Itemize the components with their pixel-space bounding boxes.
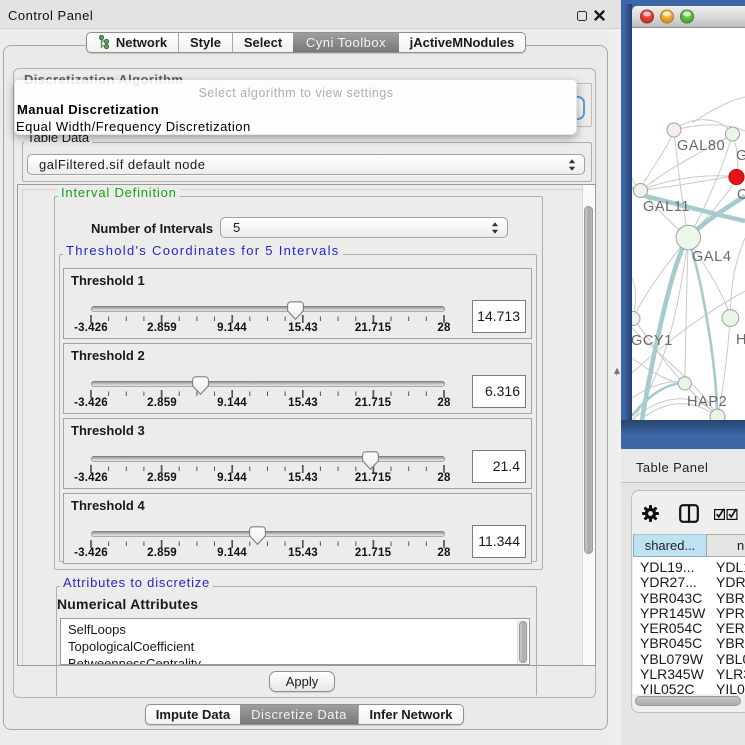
svg-text:GAL4: GAL4 — [692, 249, 731, 265]
svg-text:GAL11: GAL11 — [643, 199, 690, 215]
svg-text:GAL80: GAL80 — [677, 138, 725, 154]
svg-text:C: C — [737, 187, 745, 203]
svg-text:H: H — [736, 332, 745, 348]
svg-text:G: G — [736, 148, 745, 164]
svg-text:GCY1: GCY1 — [632, 333, 673, 349]
svg-text:HAP2: HAP2 — [687, 394, 727, 410]
